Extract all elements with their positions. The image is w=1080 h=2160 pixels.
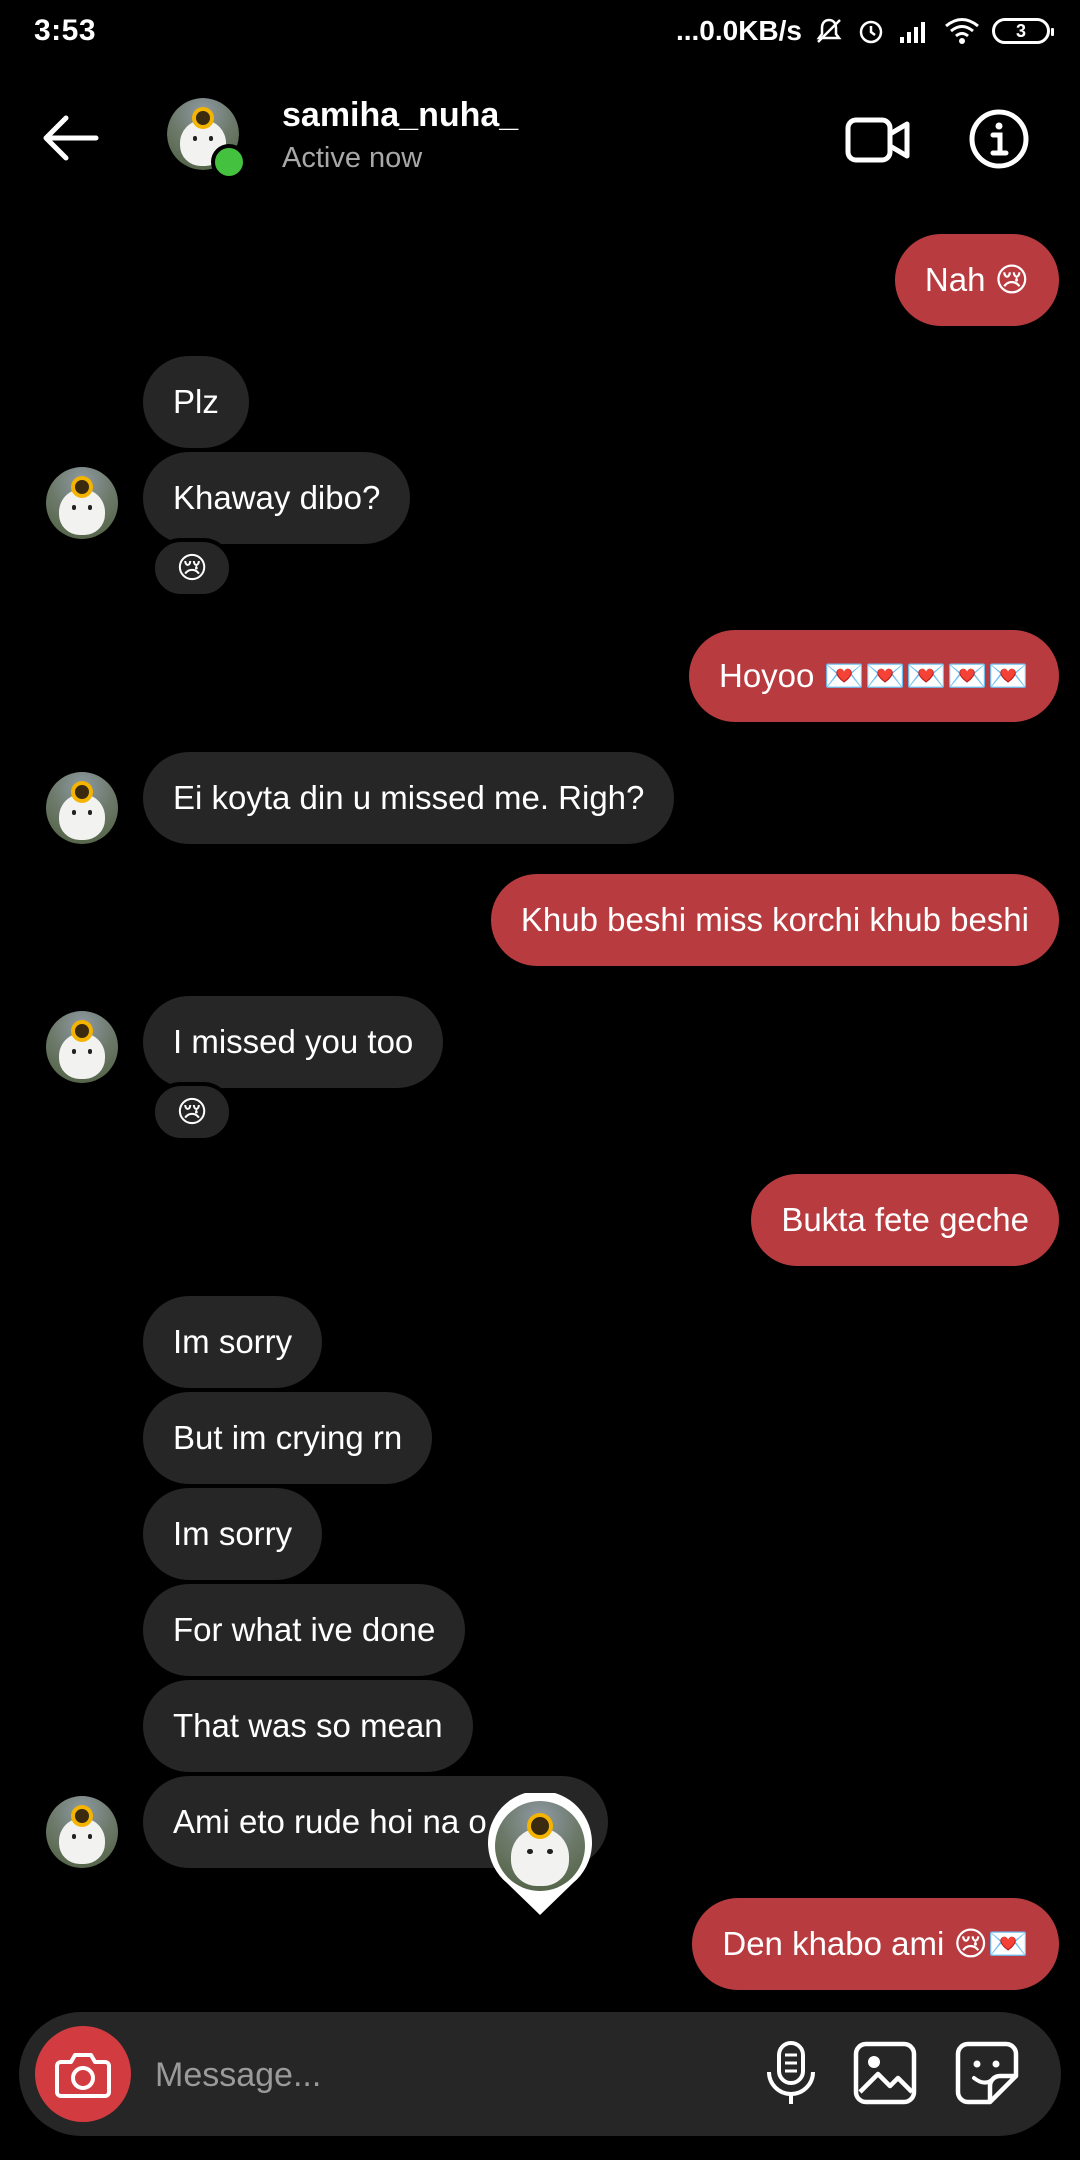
alarm-icon: [856, 16, 886, 46]
status-bar: 3:53 ...0.0KB/s 3: [0, 0, 1080, 62]
message-bubble-received[interactable]: Im sorry: [143, 1488, 323, 1580]
chat-header: samiha_nuha_ Active now: [0, 72, 1080, 202]
message-composer: [19, 2012, 1061, 2136]
online-indicator: [211, 144, 247, 180]
network-speed: ...0.0KB/s: [675, 15, 802, 46]
gallery-icon: [853, 2041, 917, 2105]
message-bubble-sent[interactable]: Den khabo ami 😢💌: [692, 1898, 1059, 1990]
message-bubble-received[interactable]: I missed you too: [143, 996, 444, 1088]
message-bubble-received[interactable]: That was so mean: [143, 1680, 473, 1772]
camera-icon: [55, 2053, 111, 2098]
video-call-icon: [845, 117, 910, 163]
message-bubble-sent[interactable]: Khub beshi miss korchi khub beshi: [490, 874, 1059, 966]
seen-indicator: [487, 1790, 593, 1917]
back-button[interactable]: [36, 108, 106, 168]
message-bubble-received[interactable]: Ei koyta din u missed me. Righ?: [143, 752, 675, 844]
contact-username[interactable]: samiha_nuha_: [282, 96, 518, 135]
message-input[interactable]: [153, 2034, 717, 2116]
info-button[interactable]: [968, 108, 1030, 170]
message-reaction[interactable]: 😢: [151, 538, 233, 598]
sticker-button[interactable]: [954, 2040, 1020, 2106]
battery-indicator: 3: [992, 18, 1054, 44]
message-bubble-sent[interactable]: Hoyoo 💌💌💌💌💌: [688, 630, 1059, 722]
camera-button[interactable]: [35, 2026, 131, 2122]
status-time: 3:53: [34, 14, 97, 47]
sender-avatar[interactable]: [46, 772, 118, 844]
message-bubble-received[interactable]: But im crying rn: [143, 1392, 433, 1484]
info-icon: [969, 109, 1029, 169]
contact-status: Active now: [282, 142, 423, 174]
message-bubble-sent[interactable]: Nah 😢: [894, 234, 1059, 326]
status-icons: ...0.0KB/s 3: [675, 15, 1054, 47]
mute-icon: [814, 16, 844, 46]
wifi-icon: [944, 17, 980, 45]
message-reaction[interactable]: 😢: [151, 1082, 233, 1142]
seen-avatar: [495, 1801, 585, 1891]
sticker-icon: [955, 2041, 1019, 2105]
video-call-button[interactable]: [845, 112, 911, 168]
message-bubble-received[interactable]: Im sorry: [143, 1296, 323, 1388]
sender-avatar[interactable]: [46, 467, 118, 539]
message-bubble-received[interactable]: Plz: [143, 356, 249, 448]
signal-icon: [898, 17, 932, 45]
sender-avatar[interactable]: [46, 1011, 118, 1083]
message-bubble-received[interactable]: For what ive done: [143, 1584, 466, 1676]
message-bubble-sent[interactable]: Bukta fete geche: [751, 1174, 1059, 1266]
gallery-button[interactable]: [852, 2040, 918, 2106]
voice-message-button[interactable]: [759, 2040, 823, 2108]
sender-avatar[interactable]: [46, 1796, 118, 1868]
message-bubble-received[interactable]: Khaway dibo?: [143, 452, 411, 544]
microphone-icon: [767, 2041, 815, 2104]
back-arrow-icon: [43, 115, 99, 161]
